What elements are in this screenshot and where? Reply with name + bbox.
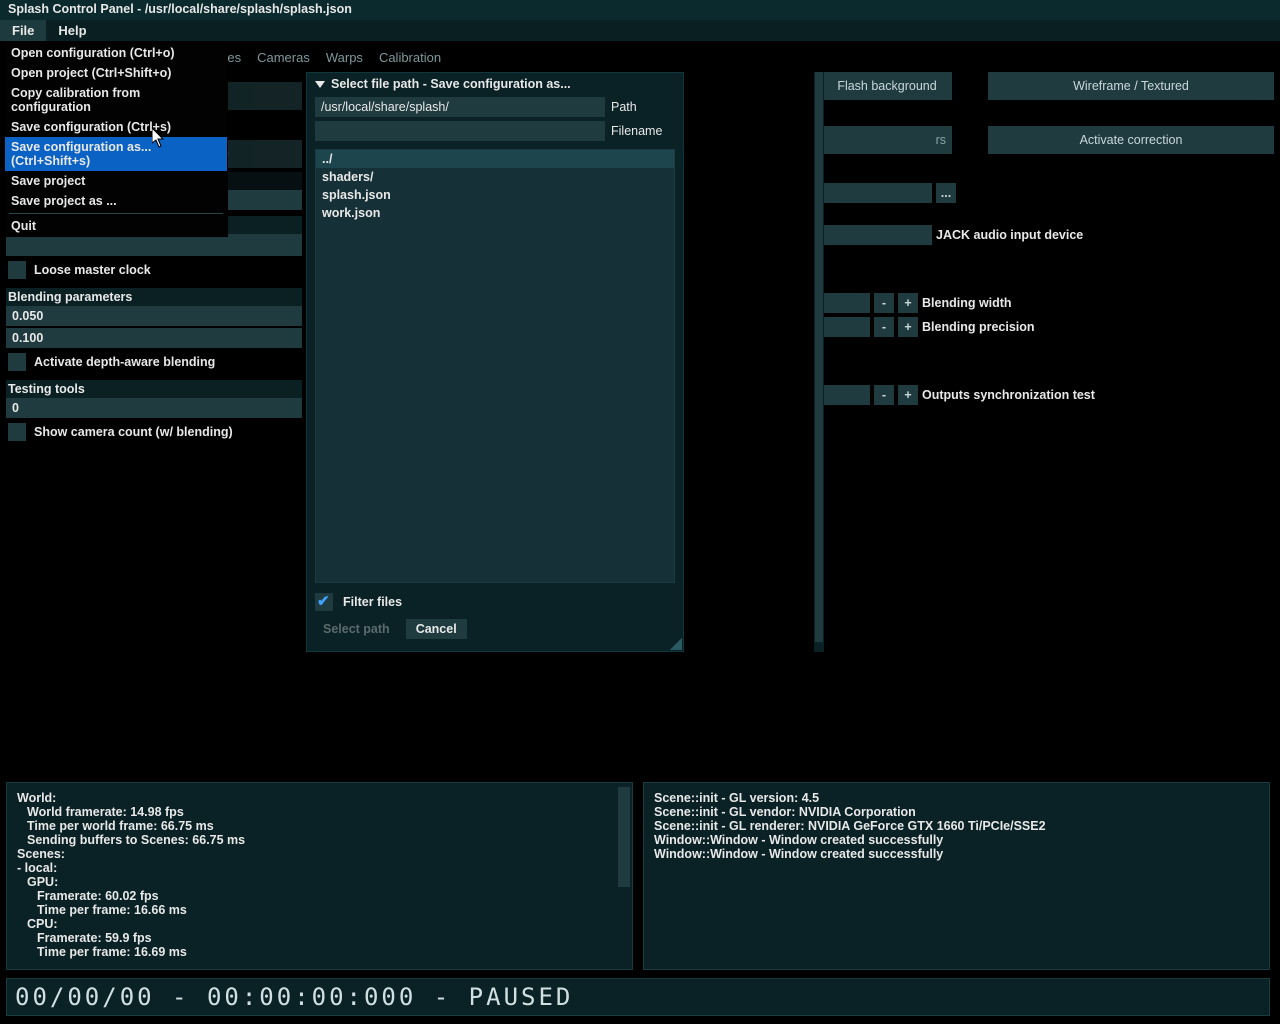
log-line: Scene::init - GL renderer: NVIDIA GeForc… [654, 819, 1259, 833]
testing-tools-input[interactable] [6, 398, 302, 418]
center-panel: Select file path - Save configuration as… [306, 82, 818, 702]
file-list-item[interactable]: splash.json [316, 186, 674, 204]
outputs-sync-minus-button[interactable]: - [874, 385, 894, 405]
filename-input[interactable] [315, 121, 605, 141]
log-line: Time per frame: 16.69 ms [17, 945, 622, 959]
blending-precision-minus-button[interactable]: - [874, 317, 894, 337]
log-line: Time per world frame: 66.75 ms [17, 819, 622, 833]
log-line: Window::Window - Window created successf… [654, 847, 1259, 861]
path-input[interactable] [315, 97, 605, 117]
depth-aware-blending-checkbox[interactable] [8, 353, 26, 371]
blending-param-a-input[interactable] [6, 306, 302, 326]
performance-log: World:World framerate: 14.98 fpsTime per… [6, 782, 633, 970]
log-line: Window::Window - Window created successf… [654, 833, 1259, 847]
log-line: GPU: [17, 875, 622, 889]
filename-field-label: Filename [611, 124, 675, 138]
scrollbar[interactable] [618, 787, 630, 965]
log-line: Framerate: 59.9 fps [17, 931, 622, 945]
file-menu-quit[interactable]: Quit [5, 216, 227, 236]
tab-cameras[interactable]: Cameras [257, 50, 310, 65]
path-field-label: Path [611, 100, 675, 114]
file-menu-open-project[interactable]: Open project (Ctrl+Shift+o) [5, 63, 227, 83]
blending-param-b-input[interactable] [6, 328, 302, 348]
file-menu-copy-calibration[interactable]: Copy calibration from configuration [5, 83, 227, 117]
select-path-button[interactable]: Select path [315, 619, 398, 639]
file-path-input[interactable] [824, 183, 932, 203]
file-menu: Open configuration (Ctrl+o) Open project… [4, 42, 228, 237]
right-panel: Flash background Wireframe / Textured rs… [822, 82, 1274, 702]
log-line: Scenes: [17, 847, 622, 861]
loose-master-clock-checkbox[interactable] [8, 261, 26, 279]
log-line: Time per frame: 16.66 ms [17, 903, 622, 917]
system-log: Scene::init - GL version: 4.5Scene::init… [643, 782, 1270, 970]
file-menu-save-project[interactable]: Save project [5, 171, 227, 191]
window-title: Splash Control Panel - /usr/local/share/… [0, 0, 1280, 20]
log-line: Scene::init - GL version: 4.5 [654, 791, 1259, 805]
jack-input[interactable] [824, 225, 932, 245]
menu-file[interactable]: File [0, 20, 46, 41]
show-camera-count-checkbox[interactable] [8, 423, 26, 441]
file-menu-open-config[interactable]: Open configuration (Ctrl+o) [5, 43, 227, 63]
blending-precision-plus-button[interactable]: + [898, 317, 918, 337]
tab-warps[interactable]: Warps [326, 50, 363, 65]
filter-files-label: Filter files [343, 595, 402, 609]
log-line: World: [17, 791, 622, 805]
depth-aware-blending-label: Activate depth-aware blending [34, 355, 215, 369]
blending-params-label: Blending parameters [6, 288, 302, 306]
blending-width-minus-button[interactable]: - [874, 293, 894, 313]
master-clock-input[interactable] [6, 234, 302, 256]
file-list-item[interactable]: work.json [316, 204, 674, 222]
blending-width-label: Blending width [922, 296, 1272, 310]
outputs-sync-plus-button[interactable]: + [898, 385, 918, 405]
testing-tools-label: Testing tools [6, 380, 302, 398]
jack-label: JACK audio input device [936, 228, 1272, 242]
row2-left-button[interactable]: rs [822, 126, 952, 154]
file-list-item[interactable]: shaders/ [316, 168, 674, 186]
collapse-triangle-icon[interactable] [315, 81, 325, 88]
log-line: Scene::init - GL vendor: NVIDIA Corporat… [654, 805, 1259, 819]
outputs-sync-label: Outputs synchronization test [922, 388, 1272, 402]
cancel-button[interactable]: Cancel [406, 619, 467, 639]
file-browse-button[interactable]: ... [936, 183, 956, 203]
scrollbar[interactable] [814, 72, 824, 652]
blending-precision-input[interactable] [824, 317, 870, 337]
log-line: CPU: [17, 917, 622, 931]
file-dialog: Select file path - Save configuration as… [306, 72, 684, 652]
log-line: World framerate: 14.98 fps [17, 805, 622, 819]
file-list[interactable]: ../ shaders/ splash.json work.json [315, 149, 675, 583]
file-menu-save-config-as[interactable]: Save configuration as... (Ctrl+Shift+s) [5, 137, 227, 171]
blending-width-plus-button[interactable]: + [898, 293, 918, 313]
log-line: - local: [17, 861, 622, 875]
loose-master-clock-label: Loose master clock [34, 263, 151, 277]
menubar: File Help [0, 20, 1280, 42]
activate-correction-button[interactable]: Activate correction [988, 126, 1274, 154]
log-line: Sending buffers to Scenes: 66.75 ms [17, 833, 622, 847]
menu-help[interactable]: Help [46, 20, 98, 41]
status-bar: 00/00/00 - 00:00:00:000 - PAUSED [6, 978, 1270, 1016]
blending-precision-label: Blending precision [922, 320, 1272, 334]
show-camera-count-label: Show camera count (w/ blending) [34, 425, 233, 439]
file-menu-separator [9, 213, 223, 214]
file-menu-save-config[interactable]: Save configuration (Ctrl+s) [5, 117, 227, 137]
wireframe-textured-button[interactable]: Wireframe / Textured [988, 72, 1274, 100]
resize-grip-icon[interactable] [670, 638, 682, 650]
outputs-sync-input[interactable] [824, 385, 870, 405]
blending-width-input[interactable] [824, 293, 870, 313]
log-line: Framerate: 60.02 fps [17, 889, 622, 903]
file-menu-save-project-as[interactable]: Save project as ... [5, 191, 227, 211]
flash-background-button[interactable]: Flash background [822, 72, 952, 100]
file-list-item[interactable]: ../ [316, 150, 674, 168]
tab-calibration[interactable]: Calibration [379, 50, 441, 65]
filter-files-checkbox[interactable] [315, 593, 333, 611]
file-dialog-title: Select file path - Save configuration as… [331, 77, 571, 91]
